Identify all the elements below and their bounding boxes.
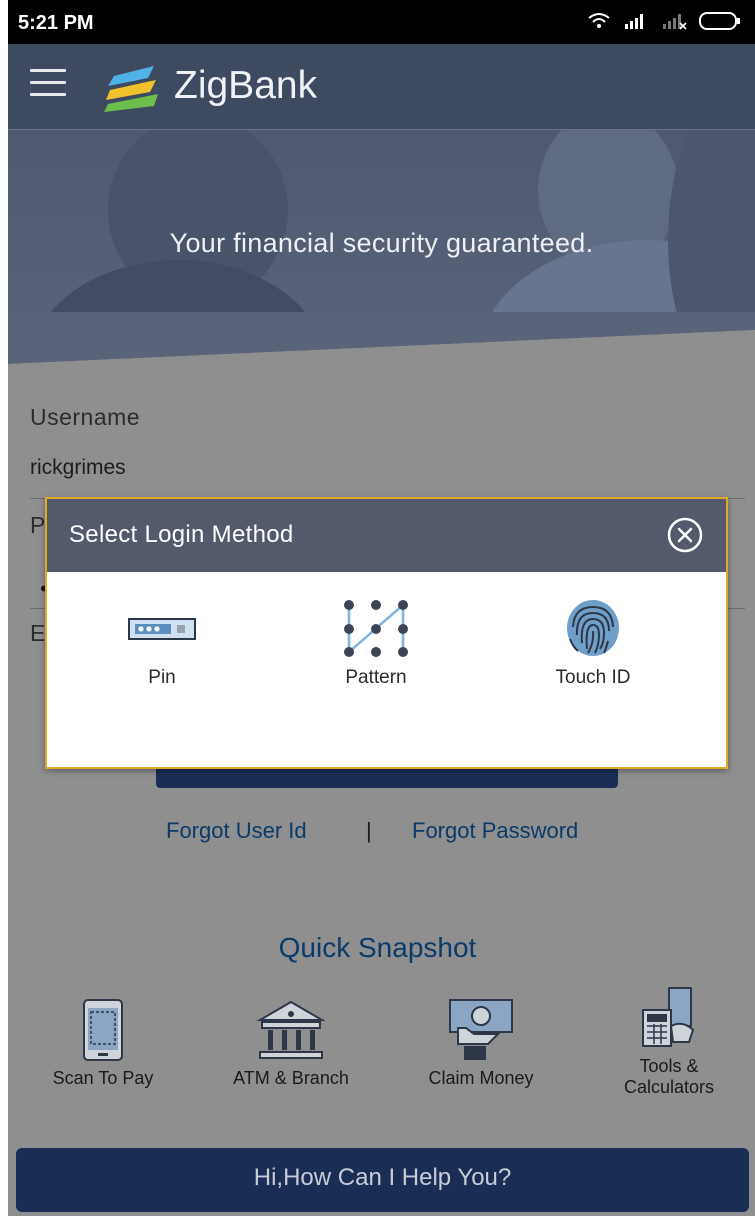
status-bar: 5:21 PM <box>8 0 755 44</box>
signal-icon <box>625 14 643 29</box>
zigbank-logo-icon <box>104 66 158 112</box>
forgot-user-id-link[interactable]: Forgot User Id <box>166 818 307 844</box>
pattern-login-option[interactable]: Pattern <box>301 599 451 689</box>
qs-item-label: Scan To Pay <box>52 1068 154 1088</box>
field-label-partial: E <box>30 620 46 646</box>
qs-item-label: ATM & Branch <box>233 1068 349 1088</box>
wifi-icon <box>588 13 610 28</box>
hero-slant <box>8 312 755 372</box>
bank-building-icon <box>256 1000 326 1059</box>
battery-icon <box>699 12 740 30</box>
pin-label: Pin <box>148 667 176 688</box>
close-icon[interactable] <box>666 516 704 554</box>
signal-off-icon <box>663 14 687 30</box>
qr-phone-icon <box>83 999 123 1061</box>
scan-to-pay-button[interactable]: Scan To Pay <box>28 998 178 1089</box>
pattern-icon <box>344 600 408 657</box>
fingerprint-icon <box>567 600 619 656</box>
claim-money-button[interactable]: Claim Money <box>406 998 556 1089</box>
brand-name: ZigBank <box>174 64 318 107</box>
hero-tagline: Your financial security guaranteed. <box>169 228 594 258</box>
link-separator: | <box>366 818 372 843</box>
qs-item-label: Claim Money <box>428 1068 534 1088</box>
pattern-label: Pattern <box>345 667 407 688</box>
qs-item-label: Tools & Calculators <box>623 1056 715 1097</box>
help-chat-button[interactable]: Hi,How Can I Help You? <box>16 1148 749 1212</box>
status-time: 5:21 PM <box>18 12 94 34</box>
atm-branch-button[interactable]: ATM & Branch <box>216 998 366 1089</box>
status-icons <box>587 12 741 30</box>
pin-icon <box>128 618 196 640</box>
hamburger-menu-icon[interactable] <box>30 69 66 99</box>
modal-title: Select Login Method <box>69 521 294 548</box>
tools-calculators-button[interactable]: Tools & Calculators <box>594 986 744 1098</box>
password-label: P <box>30 512 46 538</box>
touch-id-label: Touch ID <box>555 667 631 688</box>
touch-id-login-option[interactable]: Touch ID <box>518 599 668 689</box>
pin-login-option[interactable]: Pin <box>87 599 237 689</box>
money-hand-icon <box>449 999 513 1060</box>
calculator-icon <box>642 987 695 1047</box>
username-input[interactable]: rickgrimes <box>30 456 126 480</box>
username-label: Username <box>30 404 141 430</box>
quick-snapshot-title: Quick Snapshot <box>278 932 477 963</box>
login-method-modal: Select Login Method Pin Pattern Touch ID <box>45 497 728 769</box>
forgot-links: Forgot User Id | Forgot Password <box>0 818 755 848</box>
modal-header: Select Login Method <box>47 499 726 572</box>
forgot-password-link[interactable]: Forgot Password <box>412 818 578 844</box>
app-header: ZigBank <box>8 44 755 130</box>
